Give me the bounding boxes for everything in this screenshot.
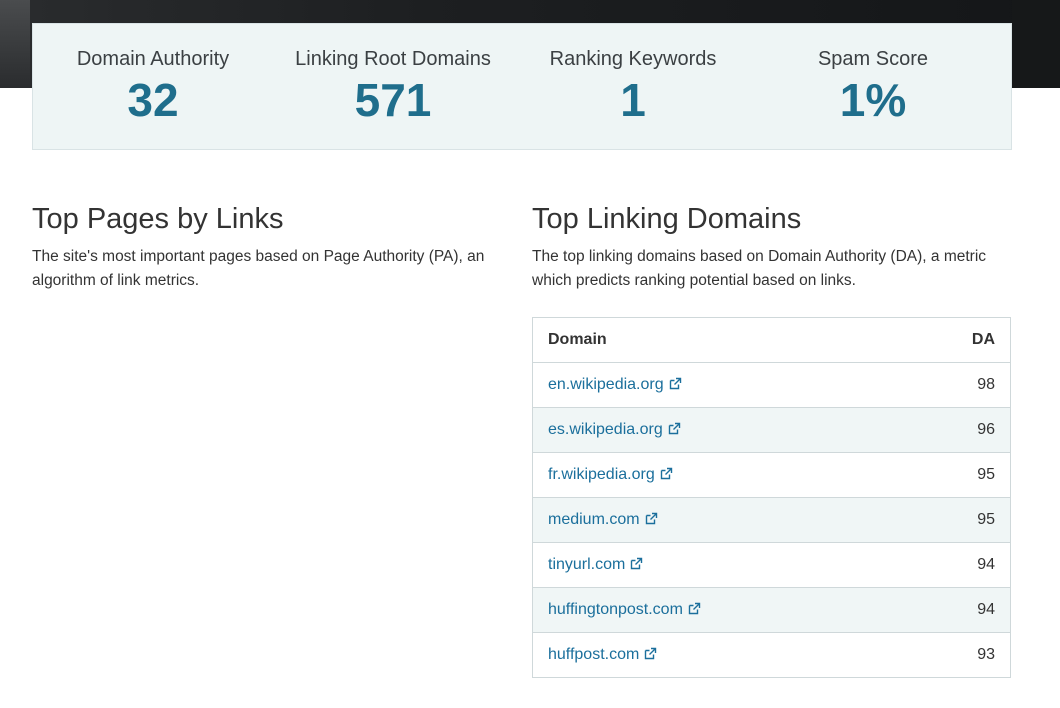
da-cell: 93 [902,632,1011,678]
domain-cell: en.wikipedia.org [532,362,903,408]
stat-value: 1% [839,74,907,126]
domain-link[interactable]: medium.com [548,511,640,528]
external-link-icon[interactable] [669,377,682,390]
da-cell: 98 [902,362,1011,408]
column-header-da: DA [902,317,1011,363]
domain-link[interactable]: tinyurl.com [548,556,625,573]
domain-link[interactable]: huffpost.com [548,646,639,663]
table-header-row: Domain DA [532,317,1011,363]
metrics-summary: Domain Authority 32 Linking Root Domains… [32,23,1012,150]
stat-value: 1 [620,74,646,126]
stat-label: Linking Root Domains [295,48,491,70]
external-link-icon[interactable] [630,557,643,570]
stat-label: Domain Authority [76,48,230,70]
domain-cell: huffingtonpost.com [532,587,903,633]
external-link-icon[interactable] [644,647,657,660]
stat-domain-authority: Domain Authority 32 [33,24,273,149]
da-cell: 95 [902,497,1011,543]
stat-label: Ranking Keywords [549,48,717,70]
external-link-icon[interactable] [645,512,658,525]
domain-link[interactable]: en.wikipedia.org [548,376,664,393]
table-body: en.wikipedia.org 98 es.wikipedia.org 96 fr.w… [532,362,1011,678]
domain-link[interactable]: es.wikipedia.org [548,421,663,438]
da-cell: 94 [902,542,1011,588]
table-row: en.wikipedia.org 98 [532,362,1011,408]
domain-link[interactable]: fr.wikipedia.org [548,466,655,483]
stat-spam-score: Spam Score 1% [753,24,993,149]
da-cell: 94 [902,587,1011,633]
domain-cell: tinyurl.com [532,542,903,588]
stat-ranking-keywords: Ranking Keywords 1 [513,24,753,149]
external-link-icon[interactable] [688,602,701,615]
linking-domains-table: Domain DA en.wikipedia.org 98 es.wikipedia… [532,317,1011,678]
stat-value: 571 [354,74,432,126]
stat-linking-root-domains: Linking Root Domains 571 [273,24,513,149]
domain-cell: es.wikipedia.org [532,407,903,453]
table-row: fr.wikipedia.org 95 [532,452,1011,498]
top-linking-domains-title: Top Linking Domains [532,203,802,235]
top-pages-title: Top Pages by Links [32,203,284,235]
table-row: medium.com 95 [532,497,1011,543]
table-row: es.wikipedia.org 96 [532,407,1011,453]
hero-image-fragment-right [1012,0,1060,88]
table-row: huffpost.com 93 [532,632,1011,678]
table-row: tinyurl.com 94 [532,542,1011,588]
stat-value: 32 [127,74,179,126]
domain-cell: medium.com [532,497,903,543]
domain-link[interactable]: huffingtonpost.com [548,601,683,618]
stat-label: Spam Score [817,48,929,70]
top-linking-domains-description: The top linking domains based on Domain … [532,248,987,289]
da-cell: 95 [902,452,1011,498]
external-link-icon[interactable] [668,422,681,435]
hero-image-fragment [0,0,30,88]
domain-cell: fr.wikipedia.org [532,452,903,498]
table-row: huffingtonpost.com 94 [532,587,1011,633]
domain-cell: huffpost.com [532,632,903,678]
column-header-domain: Domain [532,317,903,363]
top-pages-description: The site's most important pages based on… [32,248,485,289]
da-cell: 96 [902,407,1011,453]
external-link-icon[interactable] [660,467,673,480]
